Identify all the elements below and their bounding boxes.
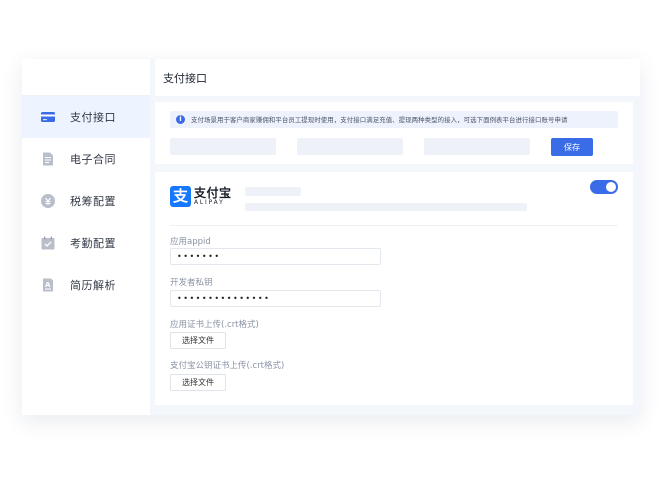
tax-coin-icon (41, 194, 55, 208)
toggle-knob (606, 182, 616, 192)
sidebar-item-label: 电子合同 (70, 153, 116, 166)
card-icon (41, 112, 55, 122)
config-toolbar-card: i 支付场景用于客户商家赚佣和平台员工提现时使用，支付接口满足充值、提现两种类型… (155, 102, 633, 164)
filter-field-2[interactable] (297, 138, 403, 155)
alipay-brand-en: ALIPAY (194, 199, 225, 206)
placeholder-title (245, 187, 301, 196)
page-title: 支付接口 (163, 71, 207, 85)
calendar-check-icon (41, 236, 55, 250)
resume-icon: A (43, 278, 53, 292)
alipay-brand-cn: 支付宝 (194, 186, 232, 200)
sidebar-item-label: 考勤配置 (70, 237, 116, 250)
sidebar: 支付接口 电子合同 税筹配置 考勤配置 A 简历解析 (22, 59, 150, 415)
sidebar-header (22, 59, 150, 96)
document-icon (43, 152, 53, 166)
sidebar-item-label: 支付接口 (70, 111, 116, 124)
sidebar-item-attendance[interactable]: 考勤配置 (22, 222, 150, 264)
app-cert-label: 应用证书上传(.crt格式) (170, 320, 259, 330)
sidebar-item-tax[interactable]: 税筹配置 (22, 180, 150, 222)
private-key-label: 开发者私钥 (170, 278, 213, 288)
filter-field-1[interactable] (170, 138, 276, 155)
private-key-input[interactable]: ••••••••••••••• (170, 290, 381, 307)
sidebar-item-contract[interactable]: 电子合同 (22, 138, 150, 180)
notice-banner: i 支付场景用于客户商家赚佣和平台员工提现时使用，支付接口满足充值、提现两种类型… (170, 111, 618, 128)
topbar: 支付接口 (155, 59, 640, 96)
save-button[interactable]: 保存 (551, 138, 593, 156)
sidebar-item-resume[interactable]: A 简历解析 (22, 264, 150, 306)
sidebar-item-label: 税筹配置 (70, 195, 116, 208)
alipay-logo: 支 支付宝 ALIPAY (170, 186, 232, 207)
alipay-mark-icon: 支 (170, 186, 191, 207)
divider (170, 225, 618, 226)
sidebar-item-payment[interactable]: 支付接口 (22, 96, 150, 138)
appid-input[interactable]: ••••••• (170, 248, 381, 265)
alipay-config-card: 支 支付宝 ALIPAY 应用appid ••••••• 开发者私钥 •••••… (155, 172, 633, 405)
alipay-wordmark: 支付宝 ALIPAY (194, 187, 232, 206)
alipay-cert-file-button[interactable]: 选择文件 (170, 374, 226, 391)
info-icon: i (176, 115, 185, 124)
svg-text:A: A (45, 281, 51, 289)
alipay-cert-label: 支付宝公钥证书上传(.crt格式) (170, 361, 285, 371)
sidebar-item-label: 简历解析 (70, 279, 116, 292)
notice-text: 支付场景用于客户商家赚佣和平台员工提现时使用，支付接口满足充值、提现两种类型的接… (191, 116, 568, 124)
filter-field-3[interactable] (424, 138, 530, 155)
enable-toggle[interactable] (590, 180, 618, 194)
app-cert-file-button[interactable]: 选择文件 (170, 332, 226, 349)
placeholder-description (245, 203, 527, 211)
appid-label: 应用appid (170, 237, 211, 247)
stage: 支付接口 电子合同 税筹配置 考勤配置 A 简历解析 支付接口 i 支付场景用于… (0, 0, 662, 480)
app-window: 支付接口 电子合同 税筹配置 考勤配置 A 简历解析 支付接口 i 支付场景用于… (22, 59, 640, 415)
